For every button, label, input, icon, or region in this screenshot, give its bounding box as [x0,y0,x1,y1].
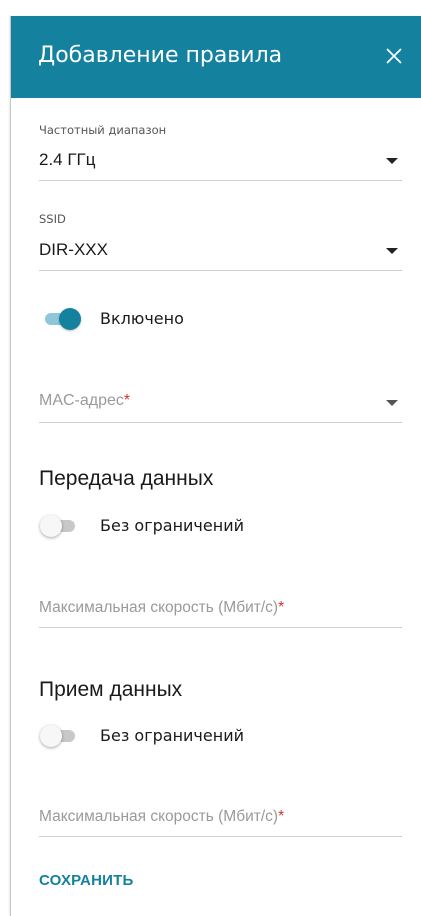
ssid-value: DIR-XXX [39,240,108,259]
page: Добавление правила Частотный диапазон 2.… [0,0,421,916]
toggle-thumb [40,725,62,747]
transmit-max-speed-placeholder-text: Максимальная скорость (Мбит/с) [39,599,279,616]
ssid-label: SSID [39,212,66,226]
transmit-max-speed-input[interactable]: Максимальная скорость (Мбит/с)* [39,593,402,628]
required-mark: * [123,392,131,409]
chevron-down-icon [386,248,398,254]
receive-unlimited-label: Без ограничений [100,726,244,745]
toggle-thumb [59,308,81,330]
chevron-down-icon [386,158,398,164]
required-mark: * [278,599,285,616]
chevron-down-icon [386,400,398,406]
add-rule-dialog: Добавление правила Частотный диапазон 2.… [10,16,421,916]
mac-address-placeholder-text: MAC-адрес [39,392,124,409]
enabled-label: Включено [100,309,184,328]
transmit-unlimited-label: Без ограничений [100,516,244,535]
frequency-select[interactable]: 2.4 ГГц [39,146,402,181]
transmit-section-title: Передача данных [39,467,214,490]
transmit-max-speed-placeholder: Максимальная скорость (Мбит/с)* [39,599,284,617]
receive-section-title: Прием данных [39,678,183,701]
receive-max-speed-input[interactable]: Максимальная скорость (Мбит/с)* [39,802,402,837]
mac-address-placeholder: MAC-адрес* [39,392,130,410]
dialog-title: Добавление правила [38,43,283,68]
close-button[interactable] [381,43,407,69]
transmit-unlimited-toggle[interactable] [40,514,79,537]
toggle-thumb [40,515,62,537]
backdrop [0,0,421,16]
enabled-toggle[interactable] [43,307,81,330]
mac-address-select[interactable]: MAC-адрес* [39,388,402,423]
dialog-header: Добавление правила [11,16,421,98]
receive-max-speed-placeholder-text: Максимальная скорость (Мбит/с) [39,808,279,825]
frequency-label: Частотный диапазон [39,123,167,137]
receive-max-speed-placeholder: Максимальная скорость (Мбит/с)* [39,808,284,826]
save-button[interactable]: СОХРАНИТЬ [39,872,133,889]
frequency-value: 2.4 ГГц [39,150,96,169]
ssid-select[interactable]: DIR-XXX [39,236,402,271]
required-mark: * [278,808,285,825]
receive-unlimited-toggle[interactable] [40,724,79,747]
close-icon [386,48,402,64]
